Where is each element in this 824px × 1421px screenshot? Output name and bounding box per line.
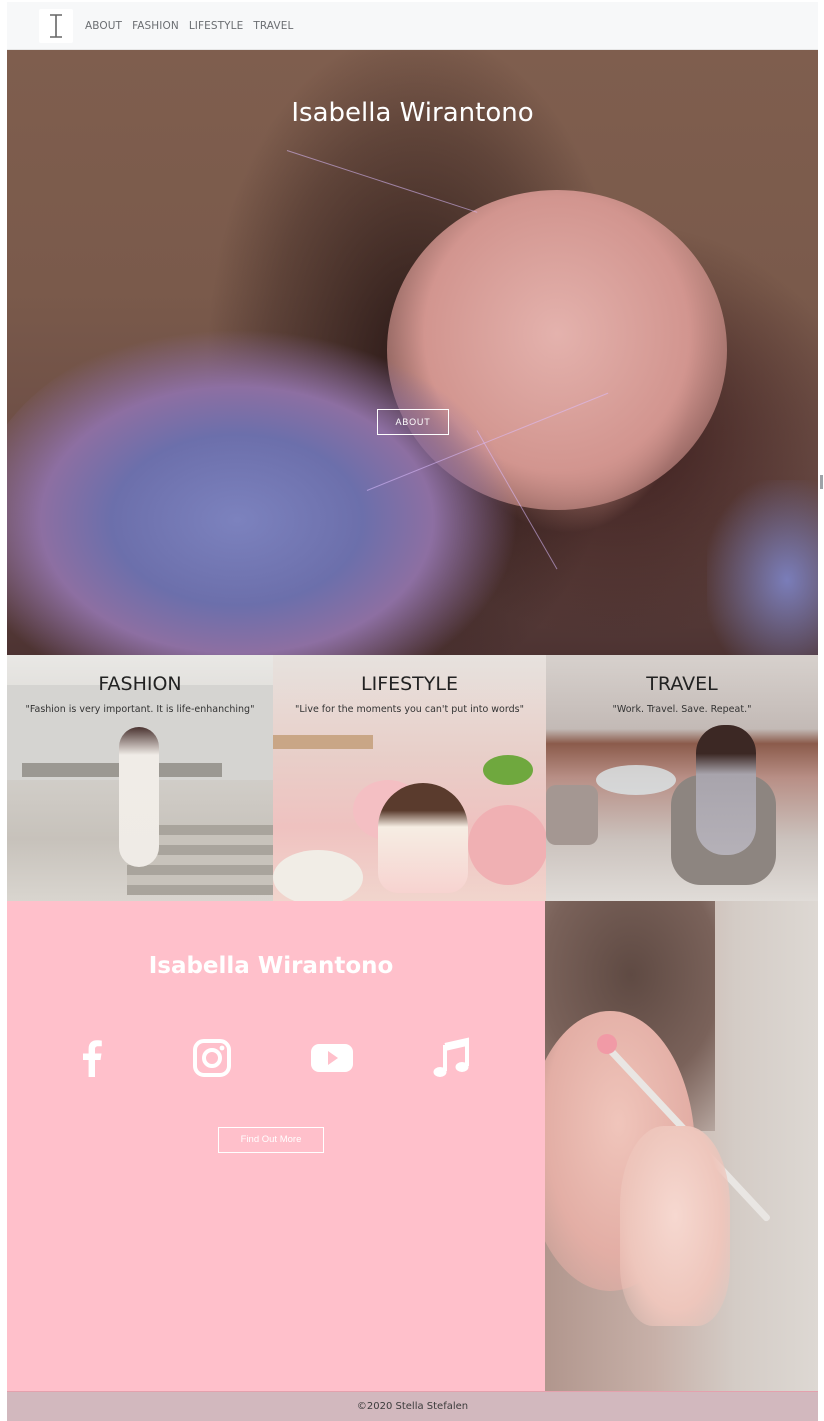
- makeup-video[interactable]: [545, 901, 818, 1391]
- footer: ©2020 Stella Stefalen: [7, 1391, 818, 1421]
- nav-links: ABOUT FASHION LIFESTYLE TRAVEL: [85, 20, 303, 32]
- tile-quote-fashion: "Fashion is very important. It is life-e…: [25, 704, 255, 715]
- tile-photo-person: [378, 783, 468, 893]
- about-button[interactable]: ABOUT: [377, 409, 449, 435]
- makeup-brush-tip: [597, 1034, 617, 1054]
- tile-photo-cushion: [273, 850, 363, 901]
- text-cursor-icon: [50, 14, 62, 38]
- nav-link-fashion[interactable]: FASHION: [132, 20, 179, 32]
- hero-photo-cloth-right: [707, 480, 818, 655]
- tile-quote-travel: "Work. Travel. Save. Repeat.": [612, 704, 752, 715]
- nav-link-about[interactable]: ABOUT: [85, 20, 122, 32]
- video-hand: [620, 1126, 730, 1326]
- footer-copyright: ©2020 Stella Stefalen: [356, 1401, 469, 1412]
- category-tile-travel[interactable]: TRAVEL "Work. Travel. Save. Repeat.": [546, 655, 818, 901]
- tile-title-travel: TRAVEL: [646, 673, 718, 695]
- tile-photo-table: [596, 765, 676, 795]
- tile-photo-person: [696, 725, 756, 855]
- hero-photo-cloth: [7, 320, 537, 655]
- tile-photo-shelf: [273, 735, 373, 749]
- tile-photo-person: [119, 727, 159, 867]
- instagram-icon[interactable]: [187, 1033, 237, 1083]
- tile-title-fashion: FASHION: [98, 673, 182, 695]
- tile-photo-plant: [483, 755, 533, 785]
- hero-section: Isabella Wirantono ABOUT: [7, 50, 818, 655]
- nav-link-lifestyle[interactable]: LIFESTYLE: [189, 20, 244, 32]
- tile-title-lifestyle: LIFESTYLE: [361, 673, 458, 695]
- category-tiles: FASHION "Fashion is very important. It i…: [7, 655, 818, 901]
- promo-title: Isabella Wirantono: [148, 953, 394, 979]
- nav-link-travel[interactable]: TRAVEL: [253, 20, 293, 32]
- hero-title: Isabella Wirantono: [291, 98, 534, 128]
- promo-section: Isabella Wirantono Find Out More: [7, 901, 545, 1391]
- scrollbar-marker[interactable]: [820, 475, 823, 489]
- category-tile-fashion[interactable]: FASHION "Fashion is very important. It i…: [7, 655, 273, 901]
- logo[interactable]: [39, 9, 73, 43]
- tile-quote-lifestyle: "Live for the moments you can't put into…: [295, 704, 524, 715]
- category-tile-lifestyle[interactable]: LIFESTYLE "Live for the moments you can'…: [273, 655, 546, 901]
- tile-photo-cushion: [468, 805, 546, 885]
- tile-photo-stool: [546, 785, 598, 845]
- facebook-icon[interactable]: [67, 1033, 117, 1083]
- find-out-more-button[interactable]: Find Out More: [218, 1127, 324, 1153]
- navbar: ABOUT FASHION LIFESTYLE TRAVEL: [7, 2, 818, 50]
- youtube-icon[interactable]: [307, 1033, 357, 1083]
- music-note-icon[interactable]: [427, 1033, 477, 1083]
